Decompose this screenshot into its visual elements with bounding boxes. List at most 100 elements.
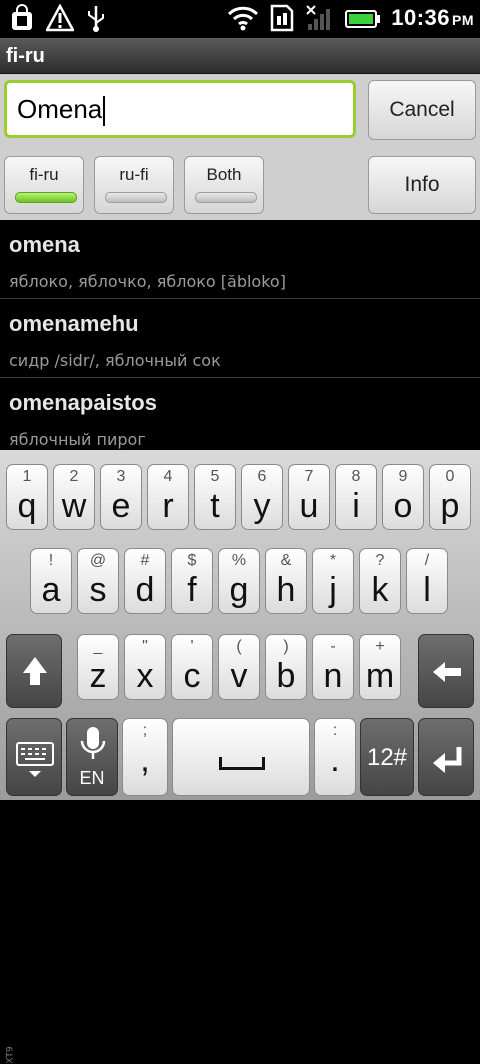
signal-icon [306, 5, 331, 30]
key-d[interactable]: # d [124, 548, 166, 614]
key-secondary: - [330, 638, 336, 655]
key-k[interactable]: ? k [359, 548, 401, 614]
key-f[interactable]: $ f [171, 548, 213, 614]
symbols-key[interactable]: 12# [360, 718, 414, 796]
key-u[interactable]: 7u [288, 464, 330, 530]
symbols-label: 12# [366, 744, 408, 771]
key-c[interactable]: ' c [171, 634, 213, 700]
language-label: EN [79, 768, 105, 788]
key-primary: j [329, 571, 337, 609]
soft-keyboard: 1q2w3e4r5t6y7u8i9o0p ! a @ s # d $ f% g & h * j? k / l … [0, 450, 480, 1064]
key-primary: z [89, 657, 107, 695]
usb-icon [88, 6, 104, 32]
key-o[interactable]: 9o [382, 464, 424, 530]
app-title: fi-ru [0, 38, 480, 74]
key-secondary: @ [89, 552, 107, 569]
xt9-label: XT9 [5, 1046, 16, 1064]
key-primary: o [393, 487, 413, 525]
cancel-button[interactable]: Cancel [368, 80, 476, 140]
key-primary: e [111, 487, 131, 525]
space-key[interactable] [172, 718, 310, 796]
key-secondary: 9 [398, 468, 408, 485]
key-secondary: 7 [304, 468, 314, 485]
voice-input-key[interactable]: EN [66, 718, 118, 796]
key-primary: s [89, 571, 107, 609]
key-y[interactable]: 6y [241, 464, 283, 530]
key-secondary: 1 [22, 468, 32, 485]
key-secondary: ' [190, 638, 194, 655]
key-primary: w [61, 487, 87, 525]
list-item[interactable]: omenamehu сидр /sidr/, яблочный сок [0, 299, 480, 378]
key-secondary: 2 [69, 468, 79, 485]
result-word: omenapaistos [9, 390, 157, 415]
key-primary: a [41, 571, 61, 609]
key-primary: p [440, 487, 460, 525]
keyboard-settings-key[interactable] [6, 718, 62, 796]
key-secondary: & [280, 552, 292, 569]
key-secondary: 0 [445, 468, 455, 485]
result-translation: сидр /sidr/, яблочный сок [9, 351, 221, 370]
key-secondary: 4 [163, 468, 173, 485]
search-input-value: Omena [17, 94, 103, 124]
key-secondary: : [332, 722, 338, 739]
key-g[interactable]: % g [218, 548, 260, 614]
key-primary: u [299, 487, 319, 525]
key-i[interactable]: 8i [335, 464, 377, 530]
period-key[interactable]: : . [314, 718, 356, 796]
status-bar: 10:36 PM [0, 0, 480, 38]
key-t[interactable]: 5t [194, 464, 236, 530]
key-primary: h [276, 571, 296, 609]
key-p[interactable]: 0p [429, 464, 471, 530]
wifi-icon [228, 6, 259, 31]
key-s[interactable]: @ s [77, 548, 119, 614]
info-button[interactable]: Info [368, 156, 476, 214]
result-translation: яблочный пирог [9, 430, 146, 449]
key-l[interactable]: / l [406, 548, 448, 614]
list-item[interactable]: omena яблоко, яблочко, яблоко [ăbloko] [0, 220, 480, 299]
microphone-icon [80, 727, 106, 759]
space-icon [219, 757, 265, 770]
toggle-indicator [195, 192, 257, 203]
key-n[interactable]: -n [312, 634, 354, 700]
key-z[interactable]: _ z [77, 634, 119, 700]
key-secondary: / [424, 552, 430, 569]
key-secondary: 5 [210, 468, 220, 485]
key-x[interactable]: " x [124, 634, 166, 700]
sim-card-icon [270, 4, 294, 32]
direction-toggle-ru-fi[interactable]: ru-fi [94, 156, 174, 214]
key-r[interactable]: 4r [147, 464, 189, 530]
key-secondary: ) [283, 638, 289, 655]
key-a[interactable]: ! a [30, 548, 72, 614]
list-item[interactable]: omenapaistos яблочный пирог [0, 378, 480, 450]
key-j[interactable]: * j [312, 548, 354, 614]
direction-toggle-fi-ru[interactable]: fi-ru [4, 156, 84, 214]
key-b[interactable]: ) b [265, 634, 307, 700]
backspace-icon [433, 662, 461, 682]
key-primary: x [136, 657, 154, 695]
key-e[interactable]: 3e [100, 464, 142, 530]
key-primary: g [229, 571, 249, 609]
battery-icon [345, 10, 381, 28]
key-secondary: ! [48, 552, 54, 569]
direction-toggle-both[interactable]: Both [184, 156, 264, 214]
key-primary: i [352, 487, 360, 525]
key-h[interactable]: & h [265, 548, 307, 614]
key-secondary: + [375, 638, 385, 655]
key-w[interactable]: 2w [53, 464, 95, 530]
key-secondary: ( [236, 638, 242, 655]
backspace-key[interactable] [418, 634, 474, 708]
key-v[interactable]: (v [218, 634, 260, 700]
key-primary: l [423, 571, 431, 609]
enter-key[interactable] [418, 718, 474, 796]
search-input[interactable]: Omena [4, 80, 356, 138]
key-primary: r [162, 487, 174, 525]
comma-key[interactable]: ; , [122, 718, 168, 796]
key-primary: f [187, 571, 197, 609]
key-secondary: % [231, 552, 247, 569]
warning-icon [46, 4, 74, 32]
key-m[interactable]: + m [359, 634, 401, 700]
key-q[interactable]: 1q [6, 464, 48, 530]
key-secondary: " [142, 638, 148, 655]
key-primary: d [135, 571, 155, 609]
shift-key[interactable] [6, 634, 62, 708]
